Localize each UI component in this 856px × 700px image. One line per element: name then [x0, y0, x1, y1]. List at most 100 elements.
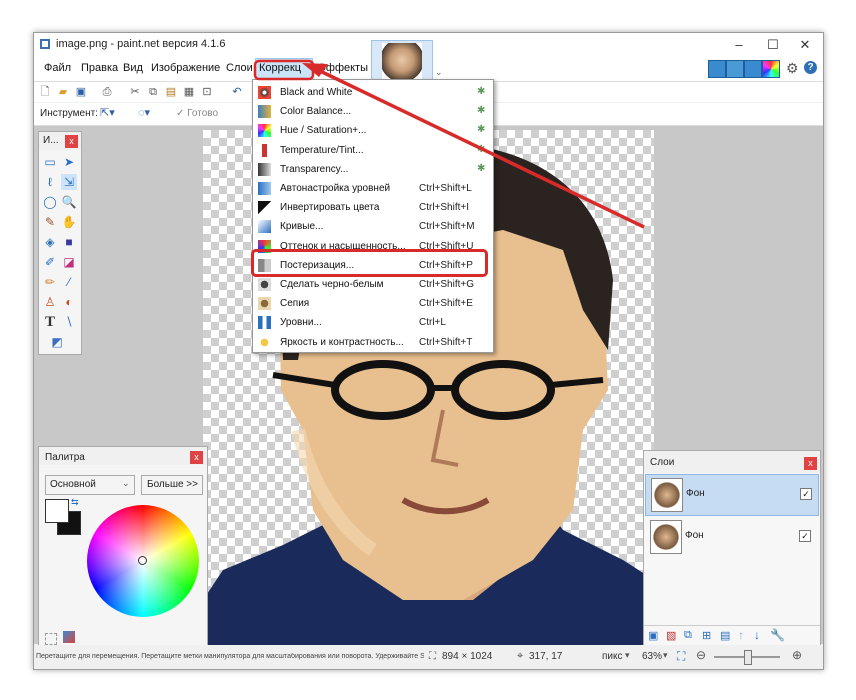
menu-image[interactable]: Изображение: [151, 62, 220, 74]
cut-icon[interactable]: ✂: [128, 85, 142, 99]
adjustments-menu-item[interactable]: Автонастройка уровней Ctrl+Shift+L: [253, 179, 493, 198]
crop-icon[interactable]: ⊡: [200, 85, 214, 99]
close-button[interactable]: ✕: [788, 35, 822, 55]
palette-menu-icon[interactable]: [63, 631, 75, 643]
swap-colors-icon[interactable]: ⇆: [71, 497, 79, 508]
selection-mode-icon[interactable]: ◌▾: [138, 106, 150, 119]
menu-layers[interactable]: Слои: [226, 62, 253, 74]
zoom-in-icon[interactable]: ⊕: [792, 648, 802, 662]
adjustments-menu-item[interactable]: Temperature/Tint... ✱: [253, 141, 493, 160]
done-button[interactable]: ✓ Готово: [176, 108, 218, 119]
brush-icon[interactable]: ✐: [42, 254, 58, 270]
line-icon[interactable]: ∖: [61, 314, 77, 330]
layer-visibility-checkbox[interactable]: ✓: [799, 530, 811, 542]
rectangle-select-icon[interactable]: ▭: [42, 154, 58, 170]
ellipse-select-icon[interactable]: ◯: [42, 194, 58, 210]
move-tool-selector-icon[interactable]: ⇱▾: [100, 106, 115, 119]
undo-icon[interactable]: ↶: [230, 85, 244, 99]
clone-stamp-icon[interactable]: ♙: [42, 294, 58, 310]
layer-row[interactable]: Фон ✓: [645, 517, 817, 557]
adjustments-menu-item[interactable]: Transparency... ✱: [253, 160, 493, 179]
open-folder-icon[interactable]: ▰: [56, 85, 70, 99]
menu-adjustments[interactable]: Коррекц: [259, 62, 301, 74]
chevron-down-icon[interactable]: ⌄: [435, 67, 443, 78]
adjustments-menu-item[interactable]: Яркость и контрастность... Ctrl+Shift+T: [253, 333, 493, 352]
zoom-slider-thumb[interactable]: [744, 650, 752, 665]
minimize-button[interactable]: –: [722, 35, 756, 55]
pencil-icon[interactable]: ✏: [42, 274, 58, 290]
help-icon[interactable]: ?: [804, 61, 817, 74]
text-icon[interactable]: T: [42, 314, 58, 330]
wrench-icon[interactable]: 🔧: [770, 628, 785, 642]
adjustment-shortcut: Ctrl+Shift+M: [419, 221, 475, 233]
menu-view[interactable]: Вид: [123, 62, 143, 74]
copy-icon[interactable]: ⧉: [146, 85, 160, 99]
layer-thumbnail: [651, 478, 683, 512]
save-icon[interactable]: ▣: [74, 85, 88, 99]
adjustments-menu-item[interactable]: Color Balance... ✱: [253, 102, 493, 121]
zoom-icon[interactable]: 🔍: [61, 194, 77, 210]
move-layer-down-icon[interactable]: ↓: [754, 628, 760, 642]
chevron-down-icon[interactable]: ▾: [625, 650, 630, 661]
gear-icon[interactable]: ⚙: [786, 60, 799, 77]
adjustments-menu-item[interactable]: Инвертировать цвета Ctrl+Shift+I: [253, 198, 493, 217]
menu-effects[interactable]: Эффекты: [318, 62, 368, 74]
duplicate-layer-icon[interactable]: ⧉: [684, 629, 692, 642]
zoom-out-icon[interactable]: ⊖: [696, 648, 706, 662]
tools-panel-title: И...: [43, 135, 59, 146]
lasso-icon[interactable]: ℓ: [42, 174, 58, 190]
adjustment-label: Автонастройка уровней: [280, 183, 391, 194]
close-icon[interactable]: x: [804, 457, 817, 470]
magic-wand-icon[interactable]: ✎: [42, 214, 58, 230]
layer-visibility-checkbox[interactable]: ✓: [800, 488, 812, 500]
layer-properties-icon[interactable]: ▤: [720, 629, 730, 642]
eraser-icon[interactable]: ◪: [61, 254, 77, 270]
tools-toggle-icon[interactable]: [708, 60, 726, 78]
history-toggle-icon[interactable]: [726, 60, 744, 78]
image-thumbnail-tab[interactable]: [371, 40, 433, 84]
print-icon[interactable]: ⎙: [100, 85, 114, 99]
close-icon[interactable]: x: [190, 451, 203, 464]
adjustment-label: Инвертировать цвета: [280, 202, 380, 214]
adjustment-icon: [258, 105, 271, 119]
paste-new-icon[interactable]: ▦: [182, 85, 196, 99]
layers-toggle-icon[interactable]: [744, 60, 762, 78]
chevron-down-icon[interactable]: ▾: [663, 650, 668, 661]
menu-edit[interactable]: Правка: [81, 62, 118, 74]
adjustments-menu-item[interactable]: Black and White ✱: [253, 83, 493, 102]
adjustments-menu-item[interactable]: Уровни... Ctrl+L: [253, 313, 493, 332]
menu-file[interactable]: Файл: [44, 62, 71, 74]
add-layer-icon[interactable]: ▣: [648, 629, 658, 642]
recolor-icon[interactable]: ◐: [61, 294, 77, 310]
chevron-down-icon: ⌄: [122, 478, 130, 488]
add-color-icon[interactable]: [45, 633, 57, 645]
shapes-icon[interactable]: ◩: [49, 334, 65, 350]
move-selected-icon[interactable]: ⇲: [61, 174, 77, 190]
plugin-icon: ✱: [477, 105, 486, 117]
close-icon[interactable]: x: [65, 135, 78, 148]
zoom-level[interactable]: 63%: [642, 651, 662, 662]
move-layer-up-icon[interactable]: ↑: [738, 628, 744, 642]
pan-icon[interactable]: ✋: [61, 214, 77, 230]
color-picker-icon[interactable]: ⁄: [61, 274, 77, 290]
adjustments-menu-item[interactable]: Сделать черно-белым Ctrl+Shift+G: [253, 275, 493, 294]
move-selection-icon[interactable]: ➤: [61, 154, 77, 170]
paint-bucket-icon[interactable]: ◈: [42, 234, 58, 250]
gradient-icon[interactable]: ■: [61, 234, 77, 250]
colors-toggle-icon[interactable]: [762, 60, 780, 78]
new-file-icon[interactable]: 🗋: [38, 85, 52, 99]
delete-layer-icon[interactable]: ▧: [666, 629, 676, 642]
palette-mode-select[interactable]: Основной ⌄: [45, 475, 135, 495]
adjustments-menu-item[interactable]: Кривые... Ctrl+Shift+M: [253, 217, 493, 236]
more-button[interactable]: Больше >>: [141, 475, 203, 495]
adjustments-menu-item[interactable]: Сепия Ctrl+Shift+E: [253, 294, 493, 313]
zoom-to-window-icon[interactable]: ⛶: [677, 649, 685, 664]
paste-icon[interactable]: ▤: [164, 85, 178, 99]
color-wheel[interactable]: [87, 505, 199, 617]
maximize-button[interactable]: ☐: [756, 35, 790, 55]
layer-row[interactable]: Фон ✓: [645, 474, 819, 516]
adjustment-label: Transparency...: [280, 163, 349, 175]
units-select[interactable]: пикс: [602, 651, 623, 662]
merge-layer-icon[interactable]: ⊞: [702, 629, 711, 642]
adjustments-menu-item[interactable]: Hue / Saturation+... ✱: [253, 121, 493, 140]
